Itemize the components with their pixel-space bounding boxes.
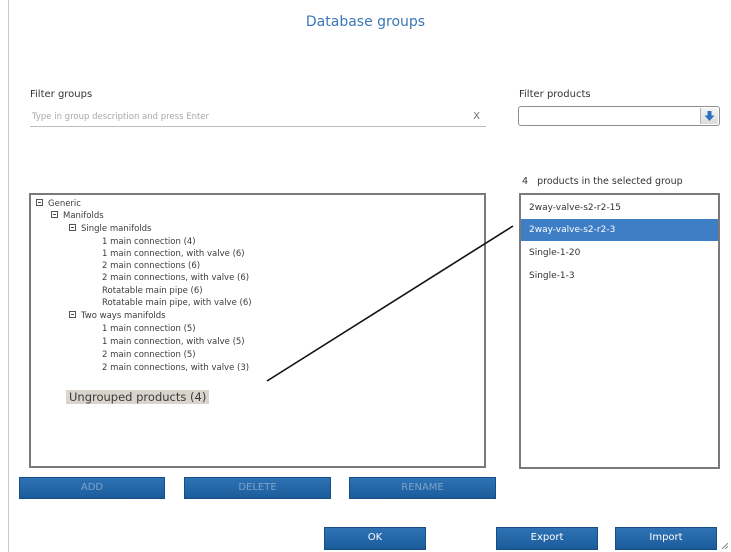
delete-button[interactable]: DELETE: [184, 477, 331, 499]
resize-grip-icon[interactable]: [722, 543, 728, 549]
export-button[interactable]: Export: [496, 527, 598, 550]
add-button[interactable]: ADD: [19, 477, 165, 499]
import-button[interactable]: Import: [615, 527, 717, 550]
connector-line: [266, 225, 514, 382]
rename-button[interactable]: RENAME: [349, 477, 496, 499]
ok-button[interactable]: OK: [324, 527, 426, 550]
